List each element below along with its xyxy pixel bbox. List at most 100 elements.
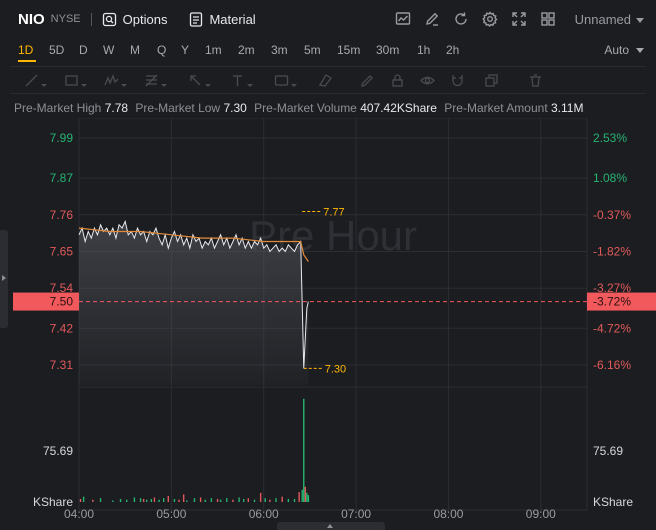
interval-label: Y	[181, 43, 190, 57]
pencil-icon	[361, 75, 373, 87]
price-chart[interactable]: Pre Hour7.777.307.99 2.53%7.87 1.08%7.76 -0…	[0, 118, 656, 530]
pencil-tool[interactable]	[360, 73, 375, 88]
volume-bar	[306, 492, 308, 502]
lock-tool[interactable]	[390, 73, 405, 88]
indicator-chart-icon[interactable]	[395, 11, 411, 27]
volume-bar	[219, 499, 222, 502]
volume-bar	[238, 497, 240, 502]
time-axis-label: 08:00	[433, 507, 463, 521]
volume-bar	[287, 498, 290, 502]
volume-bar	[243, 498, 245, 502]
volume-bar	[146, 499, 148, 502]
volume-bar	[293, 498, 296, 502]
interval-bar: 1D 5D D W M Q Y 1m 2m 3m 5m 15m 30m 1h 2h	[0, 38, 656, 62]
options-button[interactable]: Options	[102, 11, 168, 27]
volume-bar	[303, 398, 305, 502]
volume-bar	[269, 499, 271, 502]
interval-label: 3m	[271, 43, 288, 57]
time-axis-label: 09:00	[526, 507, 556, 521]
premarket-amount-label: Pre-Market Amount	[444, 101, 548, 115]
text-tool[interactable]	[230, 73, 253, 88]
label-tool[interactable]	[274, 73, 297, 88]
interval-label: 1D	[18, 43, 34, 57]
interval-label: 2h	[446, 43, 460, 57]
premarket-high-label: Pre-Market High	[14, 101, 102, 115]
options-label: Options	[122, 11, 168, 27]
arrow-tool[interactable]	[188, 73, 211, 88]
volume-bar	[82, 496, 85, 502]
rectangle-tool-icon	[65, 75, 78, 86]
volume-bar	[142, 498, 145, 502]
percent-axis-label: -0.37%	[593, 208, 631, 222]
fibonacci-tool[interactable]	[144, 73, 167, 88]
volume-bar	[182, 494, 185, 502]
delete-tool[interactable]	[528, 73, 543, 88]
volume-bar	[204, 499, 206, 502]
volume-bar	[92, 499, 94, 502]
bottom-panel-toggle[interactable]	[277, 522, 385, 530]
layout-name-dropdown[interactable]: Unnamed	[575, 12, 644, 27]
lock-icon	[392, 74, 403, 87]
price-axis-label: 7.87	[50, 171, 74, 185]
volume-bar	[226, 498, 228, 502]
volume-bar	[150, 498, 153, 502]
current-price-label: 7.50	[50, 295, 74, 309]
eraser-tool[interactable]	[318, 73, 333, 88]
high-marker-label: 7.77	[323, 206, 344, 218]
layout-grid-icon[interactable]	[540, 11, 556, 27]
trend-line-tool[interactable]	[24, 73, 47, 88]
magnet-icon	[452, 75, 463, 87]
volume-bar	[173, 498, 176, 502]
volume-bar	[216, 498, 219, 502]
percent-axis-label: -4.72%	[593, 321, 631, 335]
volume-bar	[119, 498, 122, 502]
draw-pen-icon[interactable]	[424, 11, 440, 27]
rectangle-tool[interactable]	[64, 73, 87, 88]
magnet-tool[interactable]	[450, 73, 465, 88]
volume-bar	[247, 498, 250, 502]
volume-bar	[264, 498, 266, 502]
time-axis-label: 07:00	[341, 507, 371, 521]
interval-label: 5m	[304, 43, 321, 57]
pattern-tool[interactable]	[104, 73, 127, 88]
stock-symbol[interactable]: NIO	[18, 11, 45, 28]
price-axis-label: 7.65	[50, 245, 74, 259]
settings-gear-icon[interactable]	[482, 11, 498, 27]
premarket-low-value: 7.30	[223, 101, 247, 115]
volume-bar	[304, 486, 306, 502]
material-button[interactable]: Material	[189, 11, 256, 27]
volume-bar	[298, 492, 300, 502]
price-axis-label: 7.99	[50, 131, 74, 145]
time-axis-label: 05:00	[156, 507, 186, 521]
drawing-tools-bar	[10, 66, 646, 94]
premarket-low-label: Pre-Market Low	[135, 101, 221, 115]
low-marker-label: 7.30	[325, 363, 346, 375]
visibility-tool[interactable]	[420, 73, 435, 88]
clone-tool[interactable]	[484, 73, 499, 88]
volume-bar	[79, 498, 82, 502]
volume-axis-label: 75.69	[43, 444, 73, 458]
time-axis-label: 06:00	[249, 507, 279, 521]
refresh-icon[interactable]	[453, 11, 469, 27]
material-label: Material	[209, 11, 256, 27]
volume-bar	[158, 499, 160, 502]
volume-axis-label-right: 75.69	[593, 444, 623, 458]
material-icon	[190, 11, 203, 27]
interval-label: M	[130, 43, 140, 57]
time-axis-label: 04:00	[64, 507, 94, 521]
volume-bar	[232, 499, 234, 502]
percent-axis-label: 2.53%	[593, 131, 627, 145]
volume-bar	[281, 496, 283, 502]
chart-actions	[395, 11, 556, 27]
volume-bar	[186, 500, 188, 502]
volume-bar	[199, 497, 202, 502]
price-axis-label: 7.76	[50, 208, 74, 222]
volume-bar	[153, 497, 156, 502]
current-percent-label: -3.72%	[593, 295, 631, 309]
options-icon	[102, 12, 116, 26]
left-panel-toggle[interactable]	[0, 230, 8, 328]
fullscreen-icon[interactable]	[511, 11, 527, 27]
volume-bar	[307, 495, 310, 502]
scale-mode-dropdown[interactable]: Auto	[604, 43, 644, 57]
interval-label: 1h	[417, 43, 431, 57]
